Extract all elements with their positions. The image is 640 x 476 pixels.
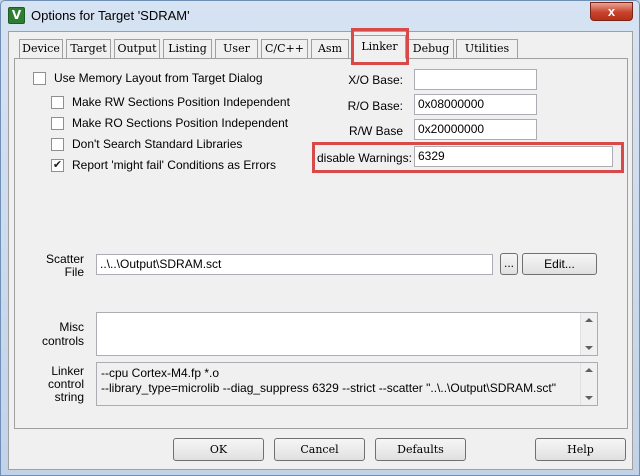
misc-controls-label: Misc controls [37, 320, 84, 348]
linker-label-line3: string [54, 390, 84, 404]
ok-button[interactable]: OK [173, 438, 264, 461]
misc-controls-scrollbar[interactable] [580, 313, 597, 355]
tab-c-cpp[interactable]: C/C++ [261, 39, 308, 59]
xo-base-label: X/O Base: [348, 73, 403, 87]
cancel-button[interactable]: Cancel [274, 438, 365, 461]
scatter-browse-button[interactable]: ... [500, 253, 518, 275]
use-memory-layout-label: Use Memory Layout from Target Dialog [54, 71, 263, 85]
close-button[interactable]: x [590, 2, 633, 21]
defaults-button[interactable]: Defaults [375, 438, 466, 461]
misc-controls-input[interactable] [96, 312, 598, 356]
dont-search-std-libs-checkbox[interactable] [51, 137, 64, 151]
misc-label-line2: controls [41, 334, 84, 348]
use-memory-layout-checkbox[interactable] [33, 71, 46, 85]
rw-position-independent-checkbox[interactable] [51, 95, 64, 109]
linker-control-string-text: --cpu Cortex-M4.fp *.o --library_type=mi… [96, 362, 598, 406]
tab-listing[interactable]: Listing [163, 39, 212, 59]
title-bar[interactable]: V Options for Target 'SDRAM' x [1, 1, 639, 31]
tab-user[interactable]: User [215, 39, 258, 59]
tab-utilities[interactable]: Utilities [456, 39, 518, 59]
tab-output[interactable]: Output [114, 39, 160, 59]
help-button[interactable]: Help [535, 438, 626, 461]
tab-asm[interactable]: Asm [311, 39, 349, 59]
rw-position-independent-label: Make RW Sections Position Independent [72, 95, 290, 109]
disable-warnings-input[interactable]: 6329 [414, 146, 613, 167]
options-dialog: V Options for Target 'SDRAM' x Device Ta… [0, 0, 640, 476]
report-might-fail-label: Report 'might fail' Conditions as Errors [72, 158, 276, 172]
ro-position-independent-label: Make RO Sections Position Independent [72, 116, 289, 130]
ro-position-independent-option[interactable]: Make RO Sections Position Independent [51, 115, 288, 131]
scatter-label-line2: File [64, 265, 84, 279]
scatter-file-label: Scatter File [41, 253, 84, 279]
ro-base-input[interactable]: 0x08000000 [414, 94, 537, 115]
window-title: Options for Target 'SDRAM' [31, 8, 190, 23]
disable-warnings-label: disable Warnings: [317, 151, 412, 165]
scroll-up-icon[interactable] [585, 318, 593, 322]
rw-base-label: R/W Base [348, 124, 403, 138]
scatter-edit-button[interactable]: Edit... [522, 253, 597, 275]
misc-label-line1: Misc [59, 320, 84, 334]
scatter-label-line1: Scatter [45, 252, 84, 266]
tab-target[interactable]: Target [66, 39, 111, 59]
tab-linker[interactable]: Linker [353, 35, 406, 59]
linker-string-scrollbar[interactable] [580, 363, 597, 405]
tab-debug[interactable]: Debug [408, 39, 454, 59]
scroll-down-icon[interactable] [585, 396, 593, 400]
ro-base-label: R/O Base: [347, 99, 403, 113]
ro-position-independent-checkbox[interactable] [51, 116, 64, 130]
linker-label-line2: control [47, 377, 84, 391]
use-memory-layout-option[interactable]: Use Memory Layout from Target Dialog [33, 70, 263, 86]
linker-control-string-label: Linker control string [37, 365, 84, 404]
report-might-fail-checkbox[interactable]: ✔ [51, 158, 64, 172]
dont-search-std-libs-label: Don't Search Standard Libraries [72, 137, 243, 151]
linker-label-line1: Linker [51, 364, 84, 378]
rw-position-independent-option[interactable]: Make RW Sections Position Independent [51, 94, 290, 110]
report-might-fail-option[interactable]: ✔ Report 'might fail' Conditions as Erro… [51, 157, 276, 173]
scroll-down-icon[interactable] [585, 346, 593, 350]
dont-search-std-libs-option[interactable]: Don't Search Standard Libraries [51, 136, 242, 152]
rw-base-input[interactable]: 0x20000000 [414, 119, 537, 140]
tab-device[interactable]: Device [19, 39, 63, 59]
scatter-file-input[interactable]: ..\..\Output\SDRAM.sct [96, 254, 493, 275]
keil-uvision-icon: V [8, 7, 25, 24]
xo-base-input[interactable] [414, 69, 537, 90]
scroll-up-icon[interactable] [585, 368, 593, 372]
